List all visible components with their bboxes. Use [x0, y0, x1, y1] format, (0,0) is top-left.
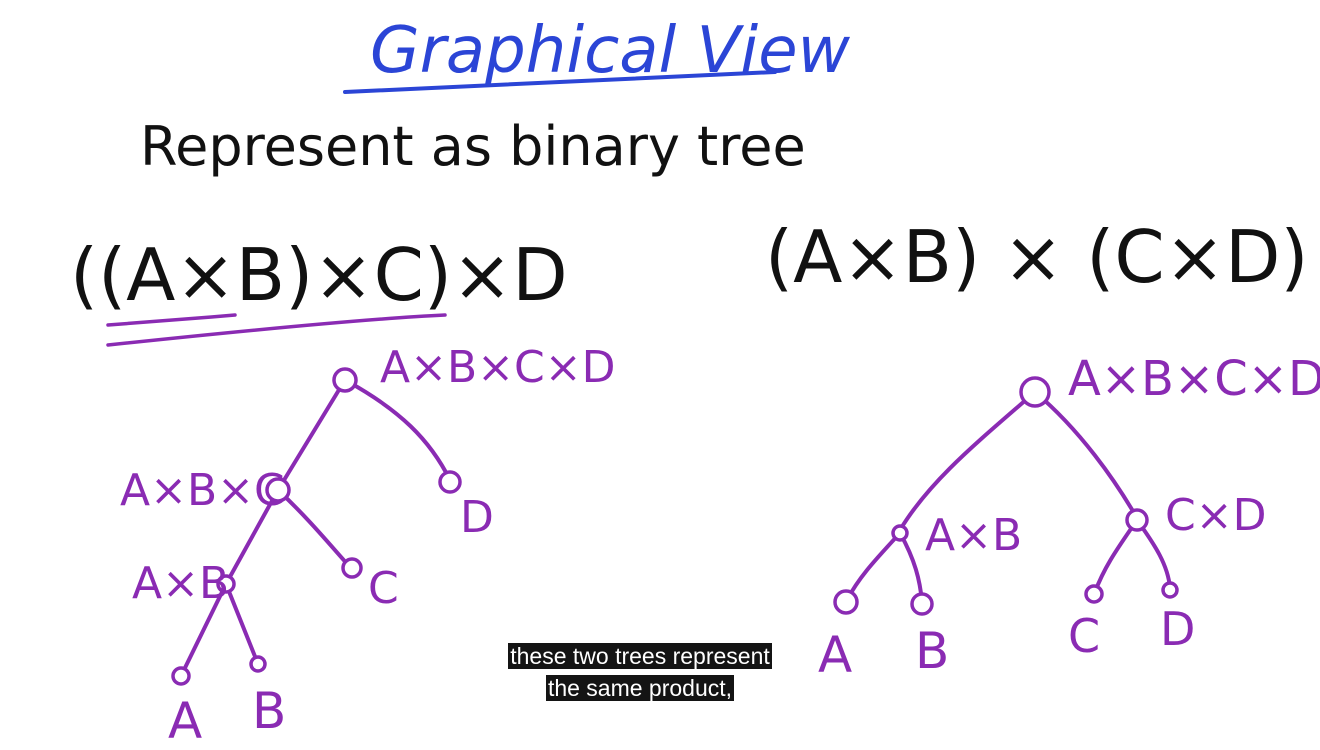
right-node-n4	[910, 592, 934, 616]
right-label-n1: A×B	[925, 510, 1022, 561]
left-label-n4: C	[368, 563, 399, 614]
left-edge-root-n1	[276, 378, 347, 492]
right-node-n2	[1125, 508, 1149, 532]
right-node-root	[1019, 376, 1051, 408]
whiteboard: Graphical View Represent as binary tree …	[70, 14, 1320, 750]
right-edge-n1-n3	[845, 531, 902, 602]
subtitle: Represent as binary tree	[140, 115, 806, 178]
right-node-n1	[891, 524, 909, 542]
right-edge-n1-n4	[898, 531, 924, 604]
video-subtitles: these two trees represent the same produ…	[0, 640, 1280, 704]
left-label-root: A×B×C×D	[380, 342, 616, 393]
left-edge-n1-n4	[276, 488, 352, 569]
right-node-n5	[1084, 584, 1104, 604]
subtitle-line-1: these two trees represent	[508, 643, 772, 669]
left-label-n1: A×B×C	[120, 465, 285, 516]
subtitle-line-2: the same product,	[545, 675, 735, 701]
left-edge-root-n2	[343, 378, 452, 482]
right-edge-root-n2	[1033, 390, 1139, 520]
left-label-n3: A×B	[132, 558, 229, 609]
left-node-n4	[341, 557, 363, 579]
right-node-n3	[833, 589, 859, 615]
left-node-root	[332, 367, 358, 393]
right-edge-n2-n5	[1093, 518, 1139, 594]
left-label-n2: D	[460, 492, 494, 543]
right-node-n6	[1161, 581, 1179, 599]
right-expression: (A×B) × (C×D)	[765, 215, 1308, 299]
right-label-n2: C×D	[1165, 490, 1266, 541]
left-expression: ((A×B)×C)×D	[70, 233, 568, 317]
right-tree-edges	[845, 390, 1172, 604]
left-node-n2	[438, 470, 462, 494]
right-label-root: A×B×C×D	[1068, 351, 1320, 407]
left-tree-edges	[179, 378, 452, 678]
title: Graphical View	[370, 14, 851, 88]
